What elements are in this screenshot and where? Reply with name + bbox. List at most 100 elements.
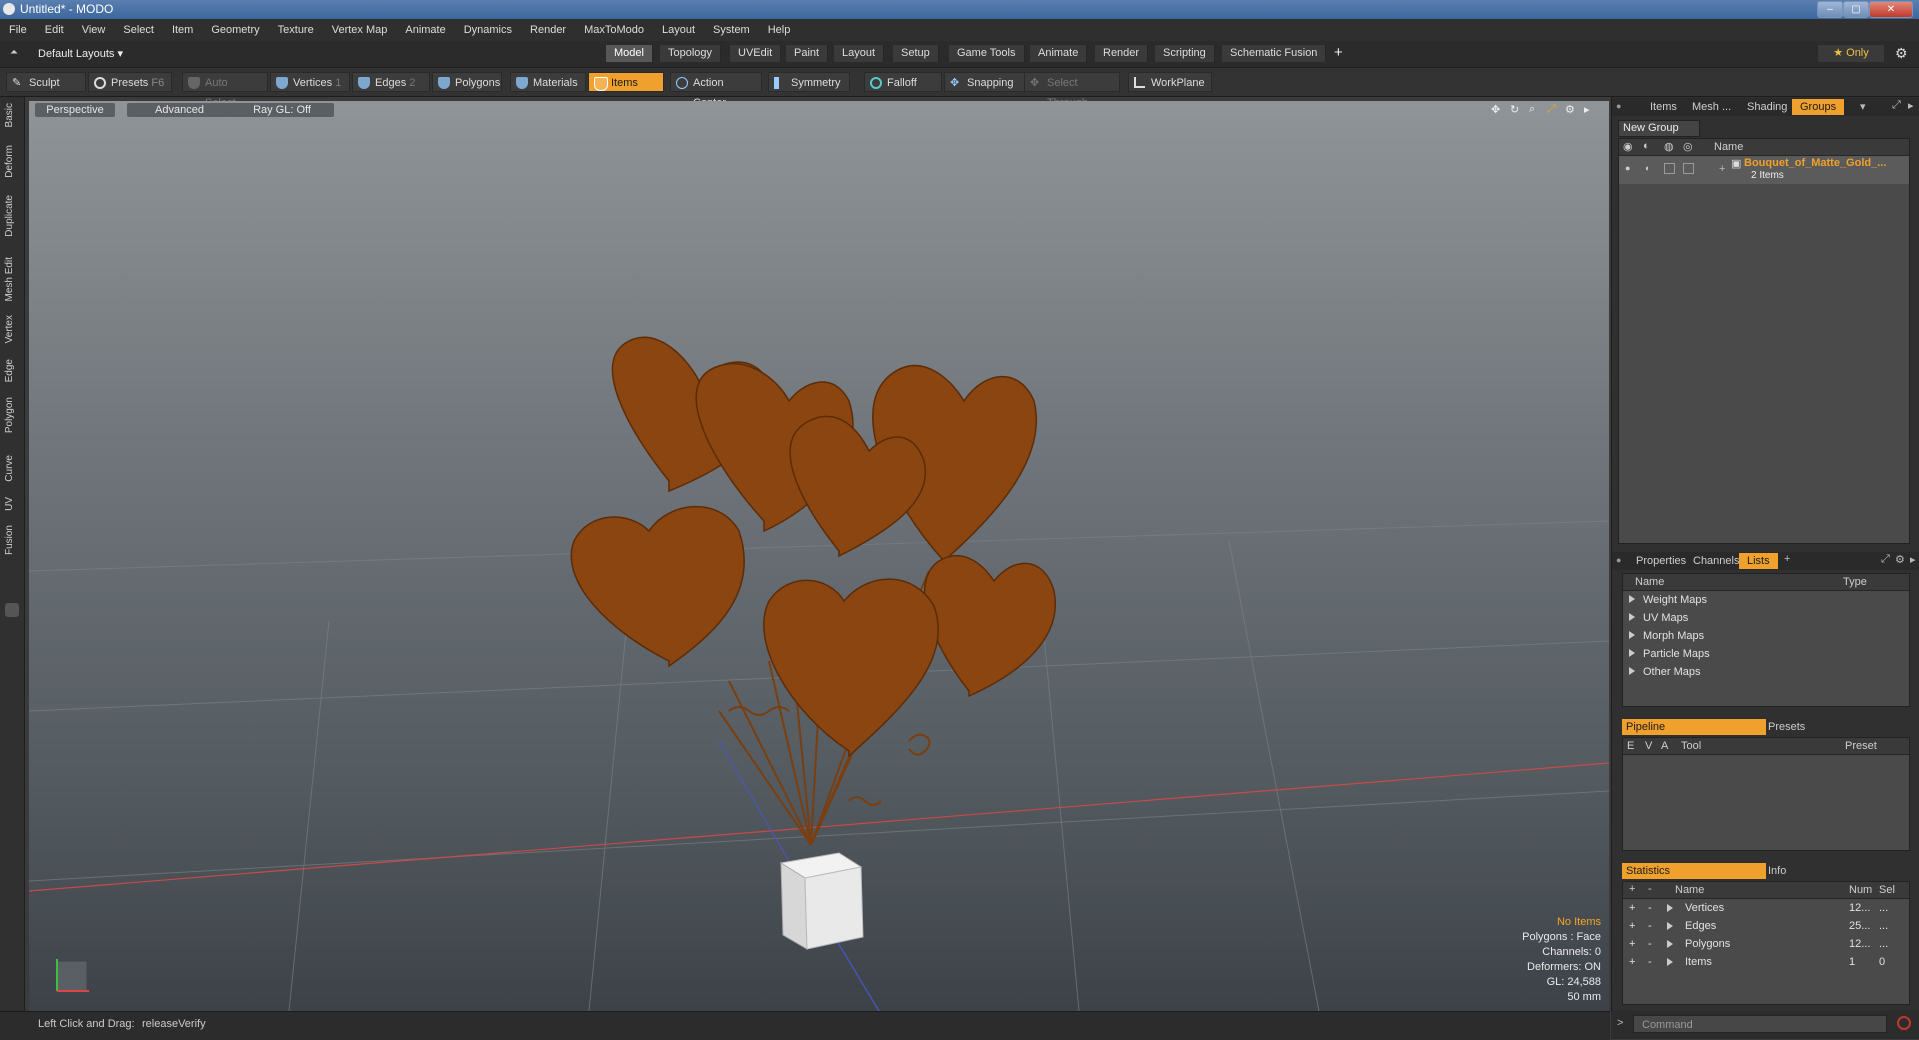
expand-group-icon[interactable]: + <box>1719 163 1725 175</box>
tab-items[interactable]: Items <box>1642 99 1685 115</box>
action-center-button[interactable]: Action Center <box>670 72 762 109</box>
expand-arrow-icon[interactable] <box>1629 595 1635 603</box>
edges-button[interactable]: Edges 2 <box>352 72 430 92</box>
vtab-duplicate[interactable]: Duplicate <box>4 195 20 237</box>
vtab-uv[interactable]: UV <box>4 497 20 511</box>
tab-setup[interactable]: Setup <box>893 45 939 62</box>
menu-layout[interactable]: Layout <box>653 19 704 41</box>
stats-row-polygons[interactable]: + - Polygons 12... ... <box>1623 935 1909 953</box>
panel-menu-icon[interactable]: ▸ <box>1910 553 1916 566</box>
expand-arrow-icon[interactable] <box>1629 631 1635 639</box>
workplane-button[interactable]: WorkPlane <box>1128 72 1212 92</box>
materials-button[interactable]: Materials <box>510 72 586 92</box>
items-button[interactable]: Items <box>588 72 664 92</box>
remove-selection-button[interactable]: - <box>1648 917 1652 935</box>
tab-animate[interactable]: Animate <box>1030 45 1088 62</box>
stats-row-edges[interactable]: + - Edges 25... ... <box>1623 917 1909 935</box>
tab-topology[interactable]: Topology <box>660 45 722 62</box>
list-item-uv-maps[interactable]: UV Maps <box>1629 609 1688 627</box>
auto-select-button[interactable]: Auto Select <box>182 72 268 109</box>
menu-help[interactable]: Help <box>759 19 800 41</box>
list-item-particle-maps[interactable]: Particle Maps <box>1629 645 1710 663</box>
only-toggle[interactable]: ★ Only <box>1818 45 1884 62</box>
menu-vertex-map[interactable]: Vertex Map <box>323 19 397 41</box>
tab-schematic-fusion[interactable]: Schematic Fusion <box>1222 45 1327 62</box>
lock-checkbox[interactable] <box>1664 163 1675 174</box>
tab-info[interactable]: Info <box>1768 863 1786 879</box>
vtab-mesh-edit[interactable]: Mesh Edit <box>4 257 20 301</box>
close-button[interactable]: ✕ <box>1869 1 1913 18</box>
advanced-dropdown[interactable]: Advanced <box>127 103 232 117</box>
minimize-button[interactable]: – <box>1817 1 1843 18</box>
tab-pipeline[interactable]: Pipeline <box>1622 719 1766 735</box>
expand-arrow-icon[interactable] <box>1667 922 1673 930</box>
add-selection-button[interactable]: + <box>1629 899 1635 917</box>
maximize-button[interactable]: ▢ <box>1843 1 1869 18</box>
tab-scripting[interactable]: Scripting <box>1155 45 1215 62</box>
expand-arrow-icon[interactable] <box>1667 940 1673 948</box>
presets-button[interactable]: Presets F6 <box>88 72 172 92</box>
viewport-gear-icon[interactable]: ⚙ <box>1565 103 1575 116</box>
expand-arrow-icon[interactable] <box>1667 904 1673 912</box>
menu-view[interactable]: View <box>73 19 115 41</box>
menu-render[interactable]: Render <box>521 19 575 41</box>
polygons-button[interactable]: Polygons <box>432 72 502 92</box>
tool-pipe-toggle[interactable] <box>5 603 19 617</box>
layout-arrow-icon[interactable]: ⏶ <box>10 47 18 58</box>
tab-groups[interactable]: Groups <box>1792 99 1845 115</box>
stats-row-vertices[interactable]: + - Vertices 12... ... <box>1623 899 1909 917</box>
tab-presets[interactable]: Presets <box>1768 719 1805 735</box>
expand-arrow-icon[interactable] <box>1629 667 1635 675</box>
expand-arrow-icon[interactable] <box>1667 958 1673 966</box>
tab-game-tools[interactable]: Game Tools <box>949 45 1025 62</box>
panel-menu-icon[interactable]: ▸ <box>1908 99 1914 112</box>
viewport-menu-arrow-icon[interactable]: ▸ <box>1584 103 1590 116</box>
tab-lists[interactable]: Lists <box>1739 553 1778 569</box>
panel-dropdown-icon[interactable]: ▾ <box>1860 100 1866 113</box>
3d-viewport[interactable]: Perspective Advanced Ray GL: Off ✥ ↻ ⌕ ⤢… <box>29 101 1609 1011</box>
pan-icon[interactable]: ✥ <box>1491 103 1500 116</box>
menu-geometry[interactable]: Geometry <box>202 19 268 41</box>
list-item-morph-maps[interactable]: Morph Maps <box>1629 627 1704 645</box>
tab-model[interactable]: Model <box>606 45 653 62</box>
expand-arrow-icon[interactable] <box>1629 613 1635 621</box>
vtab-vertex[interactable]: Vertex <box>4 315 20 343</box>
fit-icon[interactable]: ⤢ <box>1547 103 1556 116</box>
expand-arrow-icon[interactable] <box>1629 649 1635 657</box>
vtab-fusion[interactable]: Fusion <box>4 525 20 555</box>
layout-selector[interactable]: Default Layouts ▾ <box>38 47 123 60</box>
menu-item[interactable]: Item <box>163 19 202 41</box>
snapping-button[interactable]: ✥ Snapping <box>944 72 1026 92</box>
symmetry-button[interactable]: Symmetry <box>768 72 850 92</box>
add-tab-button[interactable]: + <box>1334 44 1343 61</box>
list-item-weight-maps[interactable]: Weight Maps <box>1629 591 1707 609</box>
menu-texture[interactable]: Texture <box>269 19 323 41</box>
tab-render[interactable]: Render <box>1095 45 1149 62</box>
sculpt-button[interactable]: ✎ Sculpt <box>6 72 86 92</box>
gear-icon[interactable]: ⚙ <box>1895 45 1908 62</box>
tab-shading[interactable]: Shading <box>1739 99 1795 115</box>
add-selection-button[interactable]: + <box>1629 953 1635 971</box>
zoom-icon[interactable]: ⌕ <box>1529 103 1535 116</box>
perspective-dropdown[interactable]: Perspective <box>35 103 115 117</box>
raygl-toggle[interactable]: Ray GL: Off <box>230 103 334 117</box>
menu-select[interactable]: Select <box>114 19 163 41</box>
visibility-toggle-icon[interactable]: ● <box>1625 163 1630 173</box>
render-toggle-icon[interactable]: ◐ <box>1645 163 1650 173</box>
remove-selection-button[interactable]: - <box>1648 953 1652 971</box>
tab-layout[interactable]: Layout <box>834 45 885 62</box>
vtab-basic[interactable]: Basic <box>4 103 20 127</box>
vtab-polygon[interactable]: Polygon <box>4 397 20 433</box>
remove-selection-button[interactable]: - <box>1648 935 1652 953</box>
stats-row-items[interactable]: + - Items 1 0 <box>1623 953 1909 971</box>
vertices-button[interactable]: Vertices 1 <box>270 72 350 92</box>
menu-dynamics[interactable]: Dynamics <box>455 19 521 41</box>
add-selection-button[interactable]: + <box>1629 935 1635 953</box>
list-item-other-maps[interactable]: Other Maps <box>1629 663 1700 681</box>
new-group-button[interactable]: New Group <box>1618 120 1700 137</box>
select-checkbox[interactable] <box>1683 163 1694 174</box>
menu-edit[interactable]: Edit <box>36 19 73 41</box>
tab-uvedit[interactable]: UVEdit <box>730 45 782 62</box>
menu-file[interactable]: File <box>0 19 36 41</box>
menu-maxtomodo[interactable]: MaxToModo <box>575 19 653 41</box>
